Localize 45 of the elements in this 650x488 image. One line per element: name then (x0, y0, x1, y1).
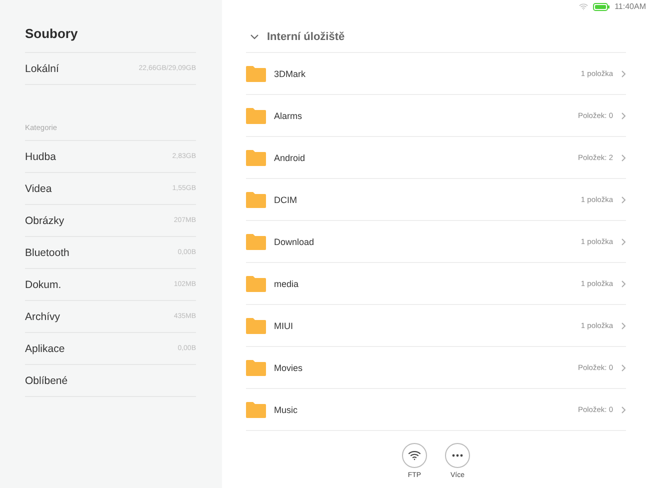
more-icon (452, 454, 463, 457)
wifi-signal-icon (578, 2, 588, 10)
category-item[interactable]: Oblíbené (25, 365, 196, 397)
chevron-right-icon (621, 364, 626, 372)
folder-name: Download (274, 236, 316, 246)
folder-icon (246, 233, 266, 250)
folder-name: media (274, 278, 300, 288)
status-time: 11:40AM (614, 2, 646, 11)
chevron-right-icon (621, 70, 626, 78)
folder-icon (246, 191, 266, 208)
chevron-icon[interactable] (250, 34, 259, 40)
chevron-right-icon (621, 112, 626, 120)
folder-name: Music (274, 404, 299, 414)
folder-icon (246, 275, 266, 292)
category-label: Bluetooth (25, 246, 70, 258)
category-label: Oblíbené (25, 374, 68, 386)
battery-icon (592, 2, 610, 10)
category-label: Obrázky (25, 214, 64, 226)
folder-icon (246, 107, 266, 124)
chevron-right-icon (621, 196, 626, 204)
category-label: Dokum. (25, 278, 62, 290)
chevron-right-icon (621, 280, 626, 288)
folder-icon (246, 149, 266, 166)
folder-icon (246, 65, 266, 82)
chevron-right-icon (621, 322, 626, 330)
wifi-icon (408, 450, 421, 461)
category-label: Aplikace (25, 342, 65, 354)
category-label: Videa (25, 182, 52, 194)
section-title: Interní úložiště (267, 30, 345, 42)
sidebar-title: Soubory (25, 26, 196, 53)
category-label: Archívy (25, 310, 60, 322)
folder-name: Android (274, 152, 306, 162)
storage-label: Lokální (25, 62, 59, 74)
chevron-right-icon (621, 238, 626, 246)
folder-name: Alarms (274, 110, 304, 120)
folder-name: MIUI (274, 320, 294, 330)
chevron-right-icon (621, 406, 626, 414)
folder-name: 3DMark (274, 68, 307, 78)
folder-icon (246, 401, 266, 418)
chevron-right-icon (621, 154, 626, 162)
folder-icon (246, 359, 266, 376)
folder-icon (246, 317, 266, 334)
folder-name: DCIM (274, 194, 298, 204)
folder-name: Movies (274, 362, 304, 372)
category-label: Hudba (25, 150, 56, 162)
